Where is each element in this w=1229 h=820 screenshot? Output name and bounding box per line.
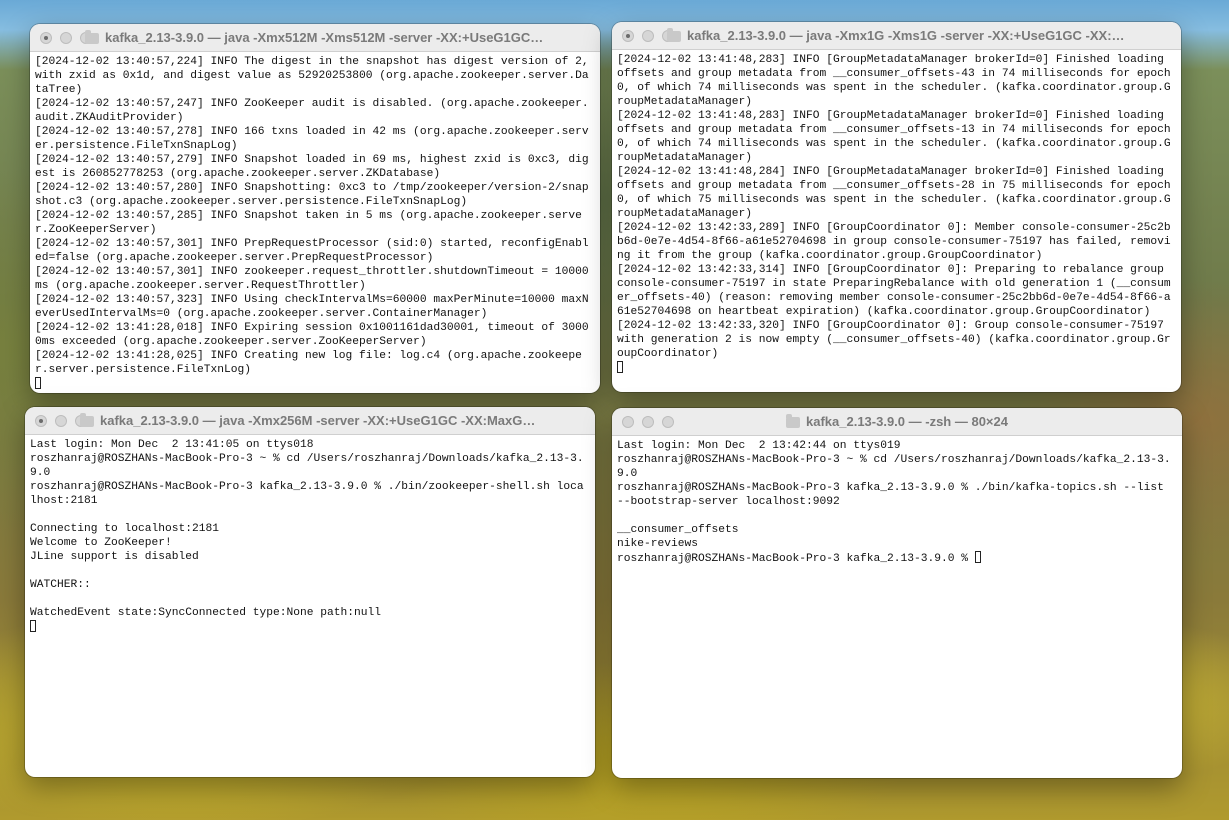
terminal-line: [2024-12-02 13:41:28,025] INFO Creating … <box>35 350 582 376</box>
terminal-output[interactable]: Last login: Mon Dec 2 13:41:05 on ttys01… <box>30 438 590 773</box>
terminal-line: [2024-12-02 13:42:33,314] INFO [GroupCoo… <box>617 264 1171 318</box>
folder-icon <box>786 414 800 428</box>
terminal-line: Welcome to ZooKeeper! <box>30 537 172 549</box>
cursor-line <box>35 377 595 389</box>
terminal-line: [2024-12-02 13:40:57,301] INFO zookeeper… <box>35 266 595 292</box>
window-title: kafka_2.13-3.9.0 — java -Xmx512M -Xms512… <box>85 30 545 45</box>
minimize-button[interactable] <box>642 30 654 42</box>
close-button[interactable] <box>40 32 52 44</box>
terminal-line: [2024-12-02 13:40:57,301] INFO PrepReque… <box>35 238 589 264</box>
terminal-line: [2024-12-02 13:42:33,289] INFO [GroupCoo… <box>617 222 1171 262</box>
window-title: kafka_2.13-3.9.0 — java -Xmx1G -Xms1G -s… <box>667 28 1126 43</box>
terminal-line: WatchedEvent state:SyncConnected type:No… <box>30 607 382 619</box>
terminal-output[interactable]: [2024-12-02 13:40:57,224] INFO The diges… <box>35 55 595 389</box>
text-cursor <box>617 361 623 373</box>
text-cursor <box>35 377 41 389</box>
terminal-line: [2024-12-02 13:41:48,283] INFO [GroupMet… <box>617 54 1171 108</box>
text-cursor <box>30 620 36 632</box>
title-bar[interactable]: kafka_2.13-3.9.0 — -zsh — 80×24 <box>612 408 1182 436</box>
terminal-line: [2024-12-02 13:40:57,280] INFO Snapshott… <box>35 182 589 208</box>
terminal-line: [2024-12-02 13:40:57,278] INFO 166 txns … <box>35 126 589 152</box>
close-button[interactable] <box>622 416 634 428</box>
terminal-output[interactable]: [2024-12-02 13:41:48,283] INFO [GroupMet… <box>617 53 1176 388</box>
terminal-line: roszhanraj@ROSZHANs-MacBook-Pro-3 kafka_… <box>30 481 584 507</box>
minimize-button[interactable] <box>55 415 67 427</box>
minimize-button[interactable] <box>60 32 72 44</box>
terminal-line: Last login: Mon Dec 2 13:41:05 on ttys01… <box>30 439 314 451</box>
terminal-window-kafka-server[interactable]: kafka_2.13-3.9.0 — java -Xmx1G -Xms1G -s… <box>612 22 1181 392</box>
prompt-line: roszhanraj@ROSZHANs-MacBook-Pro-3 kafka_… <box>617 551 1177 566</box>
terminal-line: [2024-12-02 13:40:57,285] INFO Snapshot … <box>35 210 582 236</box>
terminal-line: Connecting to localhost:2181 <box>30 523 220 535</box>
folder-icon <box>667 28 681 42</box>
text-cursor <box>974 551 981 563</box>
terminal-line: __consumer_offsets <box>617 524 739 536</box>
terminal-line: roszhanraj@ROSZHANs-MacBook-Pro-3 ~ % cd… <box>30 453 584 479</box>
terminal-line: roszhanraj@ROSZHANs-MacBook-Pro-3 kafka_… <box>617 482 1171 508</box>
terminal-line: [2024-12-02 13:42:33,320] INFO [GroupCoo… <box>617 320 1171 360</box>
terminal-window-zookeeper-shell[interactable]: kafka_2.13-3.9.0 — java -Xmx256M -server… <box>25 407 595 777</box>
title-bar[interactable]: kafka_2.13-3.9.0 — java -Xmx512M -Xms512… <box>30 24 600 52</box>
shell-prompt: roszhanraj@ROSZHANs-MacBook-Pro-3 kafka_… <box>617 553 975 565</box>
terminal-window-zookeeper-server[interactable]: kafka_2.13-3.9.0 — java -Xmx512M -Xms512… <box>30 24 600 393</box>
zoom-button[interactable] <box>662 416 674 428</box>
terminal-line: JLine support is disabled <box>30 551 199 563</box>
terminal-line: [2024-12-02 13:40:57,224] INFO The diges… <box>35 56 595 96</box>
minimize-button[interactable] <box>642 416 654 428</box>
folder-icon <box>85 30 99 44</box>
window-title: kafka_2.13-3.9.0 — -zsh — 80×24 <box>786 414 1008 429</box>
terminal-line: roszhanraj@ROSZHANs-MacBook-Pro-3 ~ % cd… <box>617 454 1171 480</box>
terminal-line: [2024-12-02 13:41:48,283] INFO [GroupMet… <box>617 110 1171 164</box>
cursor-line <box>617 361 1176 376</box>
terminal-output[interactable]: Last login: Mon Dec 2 13:42:44 on ttys01… <box>617 439 1177 774</box>
close-button[interactable] <box>35 415 47 427</box>
terminal-line: [2024-12-02 13:41:28,018] INFO Expiring … <box>35 322 589 348</box>
window-controls <box>622 416 674 428</box>
window-title: kafka_2.13-3.9.0 — java -Xmx256M -server… <box>80 413 540 428</box>
terminal-line: WATCHER:: <box>30 579 91 591</box>
close-button[interactable] <box>622 30 634 42</box>
terminal-window-kafka-topics[interactable]: kafka_2.13-3.9.0 — -zsh — 80×24 Last log… <box>612 408 1182 778</box>
terminal-line: [2024-12-02 13:41:48,284] INFO [GroupMet… <box>617 166 1171 220</box>
terminal-line: Last login: Mon Dec 2 13:42:44 on ttys01… <box>617 440 901 452</box>
cursor-line <box>30 620 590 635</box>
terminal-line: [2024-12-02 13:40:57,279] INFO Snapshot … <box>35 154 589 180</box>
title-bar[interactable]: kafka_2.13-3.9.0 — java -Xmx1G -Xms1G -s… <box>612 22 1181 50</box>
terminal-line: [2024-12-02 13:40:57,247] INFO ZooKeeper… <box>35 98 589 124</box>
terminal-line: nike-reviews <box>617 538 699 550</box>
folder-icon <box>80 413 94 427</box>
terminal-line: [2024-12-02 13:40:57,323] INFO Using che… <box>35 294 589 320</box>
title-bar[interactable]: kafka_2.13-3.9.0 — java -Xmx256M -server… <box>25 407 595 435</box>
